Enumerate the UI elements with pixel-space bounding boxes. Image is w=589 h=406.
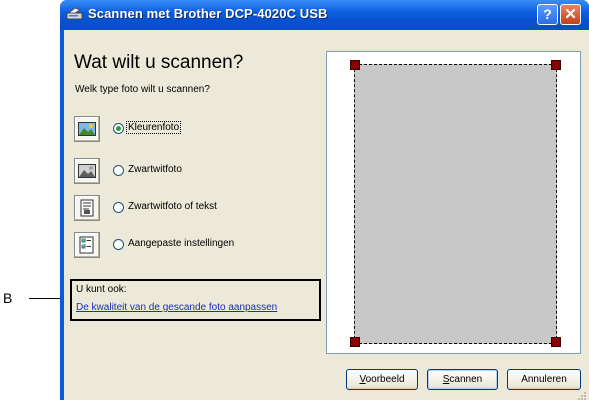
page-subtitle: Welk type foto wilt u scannen? — [75, 84, 210, 95]
radio-grayscale-photo[interactable] — [113, 165, 124, 176]
radio-custom-settings[interactable] — [113, 239, 124, 250]
option-text-document[interactable]: Zwartwitfoto of tekst — [74, 195, 334, 223]
scanner-app-icon — [66, 6, 84, 22]
option-color-photo[interactable]: Kleurenfoto — [74, 116, 334, 144]
radio-color-photo[interactable] — [113, 123, 124, 134]
title-bar[interactable]: Scannen met Brother DCP-4020C USB ? ✕ — [60, 0, 589, 30]
help-button[interactable]: ? — [537, 4, 558, 25]
callout-label-b: B — [3, 290, 13, 306]
crop-handle-bottom-right[interactable] — [551, 337, 561, 347]
page-title: Wat wilt u scannen? — [74, 52, 244, 73]
adjust-quality-link[interactable]: De kwaliteit van de gescande foto aanpas… — [76, 302, 277, 313]
option-custom-settings[interactable]: Aangepaste instellingen — [74, 232, 334, 260]
text-document-icon[interactable] — [74, 195, 100, 221]
dialog-body: Wat wilt u scannen? Welk type foto wilt … — [64, 30, 589, 400]
crop-handle-top-right[interactable] — [551, 60, 561, 70]
preview-button[interactable]: Voorbeeld — [346, 369, 418, 390]
cancel-button[interactable]: Annuleren — [507, 369, 581, 390]
option-label: Aangepaste instellingen — [128, 238, 235, 249]
scan-dialog-window: Scannen met Brother DCP-4020C USB ? ✕ Wa… — [60, 0, 589, 400]
scan-area[interactable] — [354, 64, 557, 344]
radio-text-document[interactable] — [113, 202, 124, 213]
resize-grip-icon[interactable] — [577, 388, 587, 400]
option-label: Zwartwitfoto — [128, 164, 182, 175]
close-button[interactable]: ✕ — [560, 4, 581, 25]
scan-preview-pane — [326, 51, 581, 354]
option-label: Kleurenfoto — [125, 121, 182, 134]
crop-handle-bottom-left[interactable] — [350, 337, 360, 347]
grayscale-photo-icon[interactable] — [74, 158, 100, 184]
window-title: Scannen met Brother DCP-4020C USB — [88, 6, 328, 21]
option-grayscale-photo[interactable]: Zwartwitfoto — [74, 158, 334, 186]
color-photo-icon[interactable] — [74, 116, 100, 142]
also-label: U kunt ook: — [76, 284, 127, 295]
crop-handle-top-left[interactable] — [350, 60, 360, 70]
custom-settings-icon[interactable] — [74, 232, 100, 258]
scan-button[interactable]: Scannen — [427, 369, 498, 390]
option-label: Zwartwitfoto of tekst — [128, 201, 217, 212]
also-section: U kunt ook: De kwaliteit van de gescande… — [70, 279, 321, 321]
